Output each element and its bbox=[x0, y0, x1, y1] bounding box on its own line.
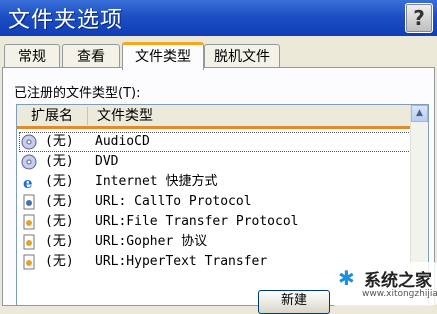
item-type: AudioCD bbox=[95, 134, 150, 149]
item-extension: (无) bbox=[45, 154, 74, 169]
item-extension: (无) bbox=[45, 174, 74, 189]
item-extension: (无) bbox=[45, 254, 74, 269]
ie-icon: e bbox=[23, 174, 33, 190]
tab-offline-files[interactable]: 脱机文件 bbox=[204, 44, 280, 68]
url-icon bbox=[23, 214, 35, 230]
scroll-up-arrow-icon[interactable]: ▲ bbox=[411, 105, 428, 122]
watermark: ✱ 系统之家 www.xitongzhijia.net bbox=[332, 262, 437, 306]
item-type: URL:HyperText Transfer bbox=[95, 254, 268, 269]
column-divider[interactable] bbox=[87, 107, 88, 125]
item-type: URL:Gopher 协议 bbox=[95, 234, 208, 249]
url-icon bbox=[23, 194, 35, 210]
watermark-logo-icon: ✱ bbox=[338, 266, 355, 290]
item-extension: (无) bbox=[45, 194, 74, 209]
tab-file-types[interactable]: 文件类型 bbox=[122, 42, 204, 70]
dvd-icon bbox=[21, 154, 37, 170]
new-button[interactable]: 新建 bbox=[258, 290, 330, 314]
watermark-url: www.xitongzhijia.net bbox=[362, 289, 437, 299]
url-icon bbox=[23, 254, 35, 270]
column-header-file-type[interactable]: 文件类型 bbox=[87, 105, 413, 129]
svg-text:e: e bbox=[23, 174, 33, 190]
column-header-extension[interactable]: 扩展名 bbox=[17, 105, 87, 129]
selection-focus-rect bbox=[19, 132, 411, 152]
item-type: URL:File Transfer Protocol bbox=[95, 214, 299, 229]
tab-view[interactable]: 查看 bbox=[62, 44, 120, 68]
item-type: DVD bbox=[95, 154, 119, 169]
tab-general[interactable]: 常规 bbox=[4, 44, 60, 68]
help-button[interactable]: ? bbox=[405, 3, 433, 33]
item-type: URL: CallTo Protocol bbox=[95, 194, 252, 209]
item-type: Internet 快捷方式 bbox=[95, 174, 218, 189]
item-extension: (无) bbox=[45, 234, 74, 249]
url-icon bbox=[23, 234, 35, 250]
item-extension: (无) bbox=[45, 134, 74, 149]
watermark-brand: 系统之家 bbox=[364, 271, 432, 291]
title-bar: 文件夹选项 ? bbox=[0, 0, 437, 36]
item-extension: (无) bbox=[45, 214, 74, 229]
registered-types-label: 已注册的文件类型(T): bbox=[14, 86, 141, 101]
window-title: 文件夹选项 bbox=[8, 8, 124, 33]
audio-cd-icon bbox=[21, 134, 37, 150]
